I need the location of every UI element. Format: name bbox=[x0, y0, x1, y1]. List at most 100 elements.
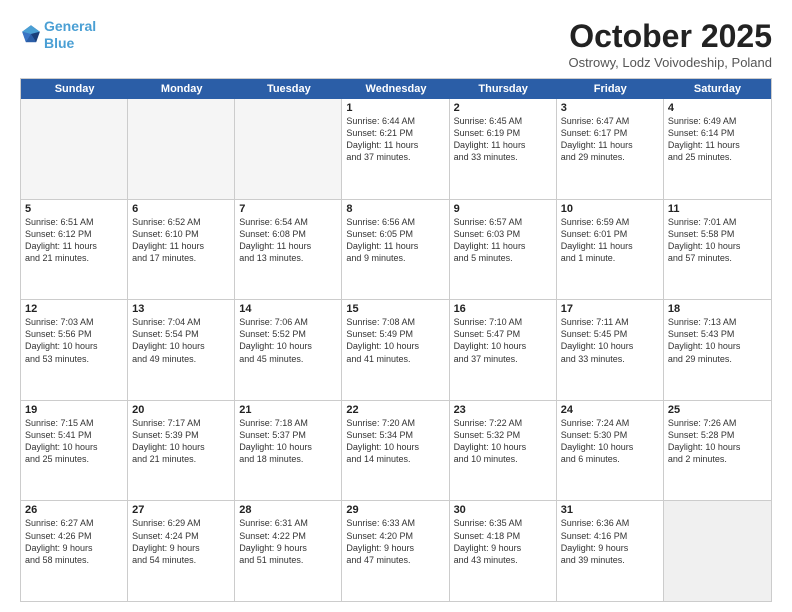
calendar-cell: 18Sunrise: 7:13 AM Sunset: 5:43 PM Dayli… bbox=[664, 300, 771, 400]
calendar-header: SundayMondayTuesdayWednesdayThursdayFrid… bbox=[21, 79, 771, 99]
day-number: 6 bbox=[132, 203, 230, 215]
calendar-cell: 22Sunrise: 7:20 AM Sunset: 5:34 PM Dayli… bbox=[342, 401, 449, 501]
calendar-cell: 9Sunrise: 6:57 AM Sunset: 6:03 PM Daylig… bbox=[450, 200, 557, 300]
calendar-cell: 15Sunrise: 7:08 AM Sunset: 5:49 PM Dayli… bbox=[342, 300, 449, 400]
day-info: Sunrise: 7:20 AM Sunset: 5:34 PM Dayligh… bbox=[346, 417, 444, 466]
day-info: Sunrise: 7:03 AM Sunset: 5:56 PM Dayligh… bbox=[25, 316, 123, 365]
day-number: 31 bbox=[561, 504, 659, 516]
day-number: 7 bbox=[239, 203, 337, 215]
page: General Blue October 2025 Ostrowy, Lodz … bbox=[0, 0, 792, 612]
calendar-cell: 20Sunrise: 7:17 AM Sunset: 5:39 PM Dayli… bbox=[128, 401, 235, 501]
calendar-cell: 5Sunrise: 6:51 AM Sunset: 6:12 PM Daylig… bbox=[21, 200, 128, 300]
day-info: Sunrise: 6:57 AM Sunset: 6:03 PM Dayligh… bbox=[454, 216, 552, 265]
logo-icon bbox=[20, 23, 42, 45]
day-number: 10 bbox=[561, 203, 659, 215]
weekday-header: Wednesday bbox=[342, 79, 449, 99]
day-info: Sunrise: 6:59 AM Sunset: 6:01 PM Dayligh… bbox=[561, 216, 659, 265]
day-info: Sunrise: 7:04 AM Sunset: 5:54 PM Dayligh… bbox=[132, 316, 230, 365]
day-info: Sunrise: 7:08 AM Sunset: 5:49 PM Dayligh… bbox=[346, 316, 444, 365]
calendar-cell: 13Sunrise: 7:04 AM Sunset: 5:54 PM Dayli… bbox=[128, 300, 235, 400]
calendar: SundayMondayTuesdayWednesdayThursdayFrid… bbox=[20, 78, 772, 602]
calendar-row: 26Sunrise: 6:27 AM Sunset: 4:26 PM Dayli… bbox=[21, 501, 771, 601]
day-number: 14 bbox=[239, 303, 337, 315]
day-number: 30 bbox=[454, 504, 552, 516]
calendar-row: 19Sunrise: 7:15 AM Sunset: 5:41 PM Dayli… bbox=[21, 401, 771, 502]
calendar-cell: 23Sunrise: 7:22 AM Sunset: 5:32 PM Dayli… bbox=[450, 401, 557, 501]
calendar-cell: 4Sunrise: 6:49 AM Sunset: 6:14 PM Daylig… bbox=[664, 99, 771, 199]
day-info: Sunrise: 6:44 AM Sunset: 6:21 PM Dayligh… bbox=[346, 115, 444, 164]
day-info: Sunrise: 6:35 AM Sunset: 4:18 PM Dayligh… bbox=[454, 517, 552, 566]
calendar-row: 5Sunrise: 6:51 AM Sunset: 6:12 PM Daylig… bbox=[21, 200, 771, 301]
calendar-cell: 21Sunrise: 7:18 AM Sunset: 5:37 PM Dayli… bbox=[235, 401, 342, 501]
day-info: Sunrise: 6:45 AM Sunset: 6:19 PM Dayligh… bbox=[454, 115, 552, 164]
day-number: 15 bbox=[346, 303, 444, 315]
day-number: 22 bbox=[346, 404, 444, 416]
day-number: 8 bbox=[346, 203, 444, 215]
day-info: Sunrise: 6:52 AM Sunset: 6:10 PM Dayligh… bbox=[132, 216, 230, 265]
day-number: 21 bbox=[239, 404, 337, 416]
day-info: Sunrise: 7:26 AM Sunset: 5:28 PM Dayligh… bbox=[668, 417, 767, 466]
calendar-cell: 17Sunrise: 7:11 AM Sunset: 5:45 PM Dayli… bbox=[557, 300, 664, 400]
day-info: Sunrise: 7:01 AM Sunset: 5:58 PM Dayligh… bbox=[668, 216, 767, 265]
day-info: Sunrise: 7:06 AM Sunset: 5:52 PM Dayligh… bbox=[239, 316, 337, 365]
day-number: 5 bbox=[25, 203, 123, 215]
calendar-cell: 30Sunrise: 6:35 AM Sunset: 4:18 PM Dayli… bbox=[450, 501, 557, 601]
day-number: 29 bbox=[346, 504, 444, 516]
calendar-row: 1Sunrise: 6:44 AM Sunset: 6:21 PM Daylig… bbox=[21, 99, 771, 200]
calendar-cell: 16Sunrise: 7:10 AM Sunset: 5:47 PM Dayli… bbox=[450, 300, 557, 400]
day-number: 2 bbox=[454, 102, 552, 114]
weekday-header: Thursday bbox=[450, 79, 557, 99]
day-info: Sunrise: 7:24 AM Sunset: 5:30 PM Dayligh… bbox=[561, 417, 659, 466]
day-number: 27 bbox=[132, 504, 230, 516]
day-number: 26 bbox=[25, 504, 123, 516]
title-area: October 2025 Ostrowy, Lodz Voivodeship, … bbox=[568, 18, 772, 70]
day-info: Sunrise: 6:47 AM Sunset: 6:17 PM Dayligh… bbox=[561, 115, 659, 164]
calendar-cell: 27Sunrise: 6:29 AM Sunset: 4:24 PM Dayli… bbox=[128, 501, 235, 601]
calendar-cell: 24Sunrise: 7:24 AM Sunset: 5:30 PM Dayli… bbox=[557, 401, 664, 501]
calendar-cell: 6Sunrise: 6:52 AM Sunset: 6:10 PM Daylig… bbox=[128, 200, 235, 300]
day-number: 12 bbox=[25, 303, 123, 315]
day-info: Sunrise: 7:13 AM Sunset: 5:43 PM Dayligh… bbox=[668, 316, 767, 365]
logo-general: General bbox=[44, 18, 96, 34]
logo: General Blue bbox=[20, 18, 96, 52]
day-info: Sunrise: 6:49 AM Sunset: 6:14 PM Dayligh… bbox=[668, 115, 767, 164]
weekday-header: Saturday bbox=[664, 79, 771, 99]
calendar-cell: 29Sunrise: 6:33 AM Sunset: 4:20 PM Dayli… bbox=[342, 501, 449, 601]
day-number: 25 bbox=[668, 404, 767, 416]
day-number: 18 bbox=[668, 303, 767, 315]
day-number: 11 bbox=[668, 203, 767, 215]
calendar-cell: 3Sunrise: 6:47 AM Sunset: 6:17 PM Daylig… bbox=[557, 99, 664, 199]
calendar-cell: 19Sunrise: 7:15 AM Sunset: 5:41 PM Dayli… bbox=[21, 401, 128, 501]
calendar-cell: 31Sunrise: 6:36 AM Sunset: 4:16 PM Dayli… bbox=[557, 501, 664, 601]
calendar-cell: 2Sunrise: 6:45 AM Sunset: 6:19 PM Daylig… bbox=[450, 99, 557, 199]
calendar-cell bbox=[128, 99, 235, 199]
day-info: Sunrise: 7:11 AM Sunset: 5:45 PM Dayligh… bbox=[561, 316, 659, 365]
day-info: Sunrise: 6:29 AM Sunset: 4:24 PM Dayligh… bbox=[132, 517, 230, 566]
calendar-cell: 25Sunrise: 7:26 AM Sunset: 5:28 PM Dayli… bbox=[664, 401, 771, 501]
day-number: 24 bbox=[561, 404, 659, 416]
calendar-cell bbox=[664, 501, 771, 601]
day-info: Sunrise: 7:18 AM Sunset: 5:37 PM Dayligh… bbox=[239, 417, 337, 466]
day-info: Sunrise: 6:27 AM Sunset: 4:26 PM Dayligh… bbox=[25, 517, 123, 566]
weekday-header: Sunday bbox=[21, 79, 128, 99]
day-info: Sunrise: 6:54 AM Sunset: 6:08 PM Dayligh… bbox=[239, 216, 337, 265]
day-number: 4 bbox=[668, 102, 767, 114]
day-info: Sunrise: 7:22 AM Sunset: 5:32 PM Dayligh… bbox=[454, 417, 552, 466]
day-number: 17 bbox=[561, 303, 659, 315]
logo-text: General Blue bbox=[44, 18, 96, 52]
calendar-cell: 10Sunrise: 6:59 AM Sunset: 6:01 PM Dayli… bbox=[557, 200, 664, 300]
day-number: 23 bbox=[454, 404, 552, 416]
calendar-body: 1Sunrise: 6:44 AM Sunset: 6:21 PM Daylig… bbox=[21, 99, 771, 601]
weekday-header: Tuesday bbox=[235, 79, 342, 99]
month-title: October 2025 bbox=[568, 18, 772, 55]
calendar-cell: 12Sunrise: 7:03 AM Sunset: 5:56 PM Dayli… bbox=[21, 300, 128, 400]
calendar-cell: 26Sunrise: 6:27 AM Sunset: 4:26 PM Dayli… bbox=[21, 501, 128, 601]
day-info: Sunrise: 6:33 AM Sunset: 4:20 PM Dayligh… bbox=[346, 517, 444, 566]
day-info: Sunrise: 6:56 AM Sunset: 6:05 PM Dayligh… bbox=[346, 216, 444, 265]
calendar-cell bbox=[235, 99, 342, 199]
day-number: 13 bbox=[132, 303, 230, 315]
day-number: 9 bbox=[454, 203, 552, 215]
calendar-cell: 8Sunrise: 6:56 AM Sunset: 6:05 PM Daylig… bbox=[342, 200, 449, 300]
day-info: Sunrise: 7:15 AM Sunset: 5:41 PM Dayligh… bbox=[25, 417, 123, 466]
day-number: 1 bbox=[346, 102, 444, 114]
